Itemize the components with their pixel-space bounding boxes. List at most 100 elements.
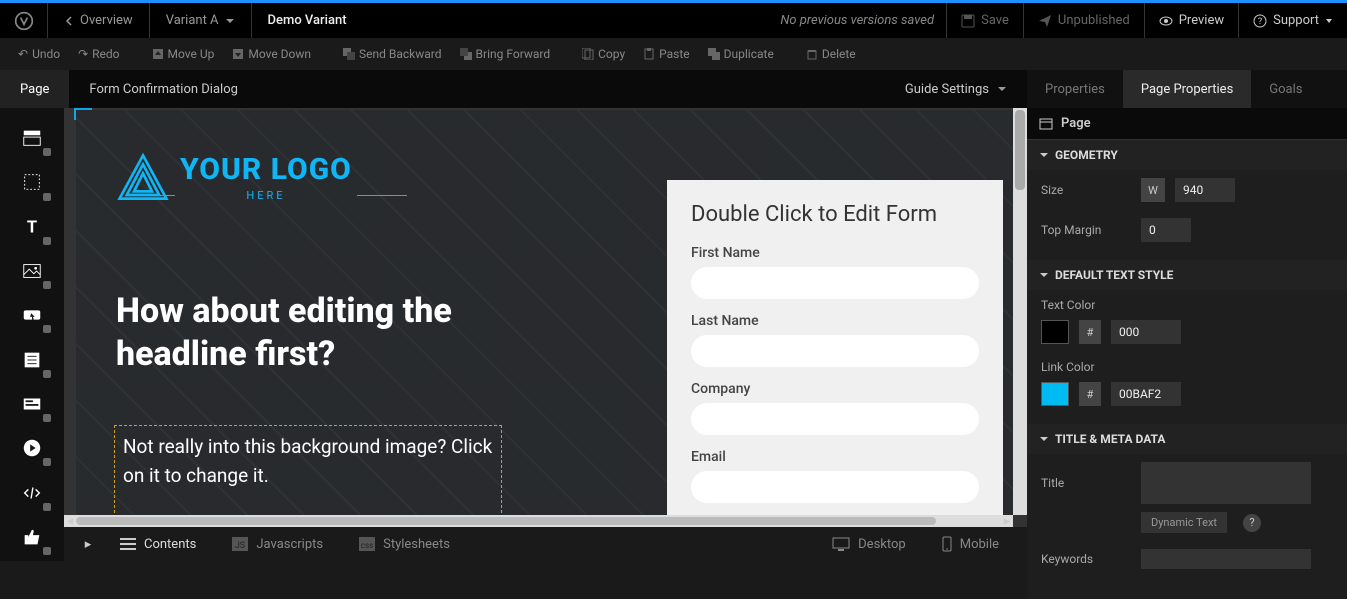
tab-properties[interactable]: Properties <box>1027 70 1123 108</box>
scroll-right-arrow[interactable]: ▸ <box>1001 515 1013 527</box>
title-row: Title <box>1027 454 1347 512</box>
edit-toolbar: ↶Undo ↷Redo Move Up Move Down Send Backw… <box>0 38 1347 70</box>
app-logo[interactable] <box>0 3 48 38</box>
undo-button[interactable]: ↶Undo <box>10 43 68 65</box>
form-widget[interactable]: Double Click to Edit Form First Name Las… <box>667 180 1003 515</box>
video-tool[interactable] <box>11 428 53 468</box>
preview-button[interactable]: Preview <box>1144 3 1238 38</box>
mobile-view-button[interactable]: Mobile <box>924 527 1017 561</box>
horizontal-scrollbar[interactable]: ◂ ▸ <box>64 515 1013 527</box>
keywords-input[interactable] <box>1141 549 1311 569</box>
last-name-input[interactable] <box>691 335 979 367</box>
tab-page[interactable]: Page <box>0 70 69 108</box>
title-input[interactable] <box>1141 462 1311 504</box>
desktop-view-button[interactable]: Desktop <box>814 527 924 561</box>
help-icon[interactable]: ? <box>1243 514 1261 532</box>
overview-label: Overview <box>80 13 133 28</box>
keywords-label: Keywords <box>1041 552 1131 566</box>
link-color-row: Link Color <box>1027 352 1347 382</box>
move-down-button[interactable]: Move Down <box>224 43 319 65</box>
page-icon <box>1039 118 1053 130</box>
html-tool[interactable] <box>11 472 53 512</box>
form-title: Double Click to Edit Form <box>691 202 979 227</box>
width-input[interactable] <box>1175 178 1235 202</box>
text-style-section-header[interactable]: DEFAULT TEXT STYLE <box>1027 260 1347 290</box>
list-icon <box>120 537 136 551</box>
redo-button[interactable]: ↷Redo <box>70 43 127 65</box>
scrollbar-thumb[interactable] <box>76 517 936 525</box>
text-color-row: Text Color <box>1027 290 1347 320</box>
subhead-text-selected[interactable]: Not really into this background image? C… <box>114 425 502 515</box>
copy-button[interactable]: Copy <box>574 43 633 65</box>
layer-front-icon <box>460 48 472 60</box>
javascripts-panel-button[interactable]: JS Javascripts <box>214 527 341 561</box>
social-tool[interactable] <box>11 517 53 557</box>
delete-button[interactable]: Delete <box>798 43 864 65</box>
box-tool[interactable] <box>11 162 53 202</box>
email-label: Email <box>691 449 979 465</box>
thumbs-up-icon <box>21 526 43 548</box>
text-color-input[interactable] <box>1111 320 1181 344</box>
embed-tool[interactable] <box>11 384 53 424</box>
top-bar: Overview Variant A Demo Variant No previ… <box>0 0 1347 38</box>
vertical-scrollbar[interactable] <box>1013 108 1027 515</box>
link-color-swatch[interactable] <box>1041 382 1069 406</box>
code-icon <box>21 482 43 504</box>
send-backward-button[interactable]: Send Backward <box>335 43 450 65</box>
link-color-input[interactable] <box>1111 382 1181 406</box>
unbounce-icon <box>14 11 34 31</box>
caret-down-icon <box>1039 270 1049 280</box>
bring-forward-button[interactable]: Bring Forward <box>452 43 559 65</box>
first-name-input[interactable] <box>691 267 979 299</box>
scroll-left-arrow[interactable]: ◂ <box>64 515 76 527</box>
text-color-swatch[interactable] <box>1041 320 1069 344</box>
variant-title: Demo Variant <box>252 13 363 28</box>
page-canvas[interactable]: YOUR LOGO HERE How about editing the hea… <box>76 110 1015 515</box>
caret-down-icon <box>1325 18 1333 24</box>
move-up-button[interactable]: Move Up <box>144 43 223 65</box>
desktop-icon <box>832 537 850 551</box>
scrollbar-thumb[interactable] <box>1015 110 1025 190</box>
save-button[interactable]: Save <box>946 3 1023 38</box>
button-tool[interactable] <box>11 295 53 335</box>
overview-link[interactable]: Overview <box>48 3 150 38</box>
support-button[interactable]: ? Support <box>1238 3 1347 38</box>
bottom-bar: ▸ Contents JS Javascripts css Stylesheet… <box>64 527 1027 561</box>
first-name-label: First Name <box>691 245 979 261</box>
text-color-label: Text Color <box>1041 298 1333 312</box>
link-color-label: Link Color <box>1041 360 1333 374</box>
company-input[interactable] <box>691 403 979 435</box>
caret-down-icon <box>1039 434 1049 444</box>
tab-form-confirmation[interactable]: Form Confirmation Dialog <box>69 70 258 108</box>
dynamic-text-button[interactable]: Dynamic Text <box>1141 512 1227 533</box>
send-icon <box>1038 14 1052 28</box>
guide-settings-dropdown[interactable]: Guide Settings <box>885 70 1027 108</box>
text-tool[interactable]: T <box>11 207 53 247</box>
publish-button[interactable]: Unpublished <box>1023 3 1144 38</box>
logo-placeholder[interactable]: YOUR LOGO HERE <box>116 150 352 204</box>
headline-text[interactable]: How about editing the headline first? <box>116 290 536 375</box>
image-tool[interactable] <box>11 251 53 291</box>
page-breadcrumb[interactable]: Page <box>1027 108 1347 140</box>
variant-dropdown[interactable]: Variant A <box>150 3 252 38</box>
duplicate-button[interactable]: Duplicate <box>700 43 782 65</box>
top-margin-row: Top Margin <box>1027 210 1347 250</box>
tab-goals[interactable]: Goals <box>1251 70 1320 108</box>
expand-bottom-handle[interactable]: ▸ <box>74 537 102 552</box>
geometry-section-header[interactable]: GEOMETRY <box>1027 140 1347 170</box>
meta-section-header[interactable]: TITLE & META DATA <box>1027 424 1347 454</box>
company-label: Company <box>691 381 979 397</box>
logo-sub-text: HERE <box>246 189 285 202</box>
stylesheets-panel-button[interactable]: css Stylesheets <box>341 527 468 561</box>
paste-button[interactable]: Paste <box>635 43 698 65</box>
chevron-left-icon <box>64 16 74 26</box>
logo-main-text: YOUR LOGO <box>180 152 352 187</box>
contents-panel-button[interactable]: Contents <box>102 527 214 561</box>
hash-prefix: # <box>1079 382 1101 406</box>
top-margin-input[interactable] <box>1141 218 1191 242</box>
email-input[interactable] <box>691 471 979 503</box>
tab-page-properties[interactable]: Page Properties <box>1123 70 1251 108</box>
section-tool[interactable] <box>11 118 53 158</box>
svg-text:JS: JS <box>235 541 245 551</box>
form-tool[interactable] <box>11 339 53 379</box>
